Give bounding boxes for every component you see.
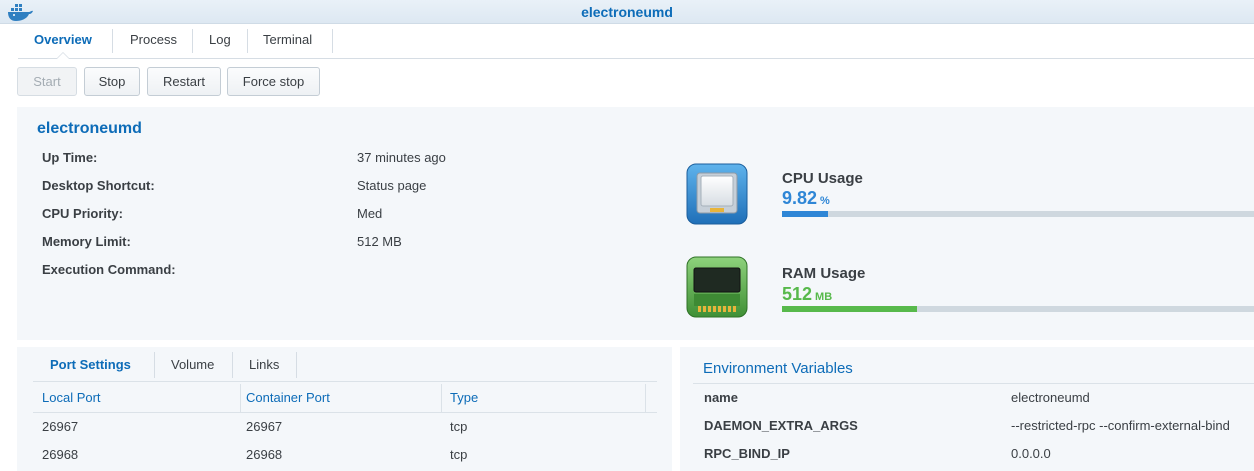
tab-separator <box>332 29 333 53</box>
title-bar: electroneumd <box>0 0 1254 24</box>
type-cell: tcp <box>450 419 468 434</box>
cpu-usage-bar <box>782 211 1254 217</box>
env-var-value: 0.0.0.0 <box>1011 446 1051 461</box>
desktop-shortcut-value: Status page <box>357 178 427 193</box>
ram-module-icon <box>686 256 748 318</box>
type-cell: tcp <box>450 447 468 462</box>
cpu-usage-number: 9.82 <box>782 188 818 208</box>
tab-terminal-label: Terminal <box>263 32 313 47</box>
tab-links[interactable]: Links <box>249 357 279 372</box>
tab-process-label: Process <box>130 32 177 47</box>
restart-button[interactable]: Restart <box>147 67 221 96</box>
table-header-divider <box>33 412 657 413</box>
tab-terminal[interactable]: Terminal <box>247 24 328 58</box>
tab-overview[interactable]: Overview <box>18 24 108 59</box>
env-title-divider <box>693 383 1254 384</box>
local-port-cell: 26967 <box>42 419 79 434</box>
cpu-usage-value: 9.82% <box>782 188 830 209</box>
tab-separator <box>112 29 113 53</box>
cpu-priority-label: CPU Priority: <box>42 206 123 221</box>
column-separator <box>240 384 241 412</box>
active-tab-caret <box>55 52 70 59</box>
tab-port-settings[interactable]: Port Settings <box>50 357 131 372</box>
ram-usage-value: 512 MB <box>782 284 832 305</box>
container-port-cell: 26968 <box>246 447 283 462</box>
tab-separator <box>232 352 233 378</box>
cpu-priority-value: Med <box>357 206 383 221</box>
env-var-name: RPC_BIND_IP <box>704 446 790 461</box>
tab-log[interactable]: Log <box>193 24 247 58</box>
uptime-value: 37 minutes ago <box>357 150 446 165</box>
tab-log-label: Log <box>209 32 231 47</box>
tab-process[interactable]: Process <box>114 24 193 58</box>
env-title: Environment Variables <box>703 360 853 377</box>
cpu-chip-icon <box>686 163 748 225</box>
column-separator <box>441 384 442 412</box>
cpu-usage-title: CPU Usage <box>782 170 863 187</box>
column-separator <box>645 384 646 412</box>
env-var-value: electroneumd <box>1011 390 1090 405</box>
column-header-local-port[interactable]: Local Port <box>42 390 101 405</box>
force-stop-button[interactable]: Force stop <box>227 67 320 96</box>
ram-usage-bar <box>782 306 1254 312</box>
env-var-name: name <box>704 390 738 405</box>
start-button[interactable]: Start <box>17 67 77 96</box>
ram-usage-bar-fill <box>782 306 917 312</box>
stop-button[interactable]: Stop <box>84 67 140 96</box>
memory-limit-value: 512 MB <box>357 234 402 249</box>
memory-limit-label: Memory Limit: <box>42 234 131 249</box>
cpu-usage-bar-fill <box>782 211 829 217</box>
ram-usage-number: 512 <box>782 284 813 304</box>
tab-volume[interactable]: Volume <box>171 357 214 372</box>
column-header-type[interactable]: Type <box>450 390 478 405</box>
window-title: electroneumd <box>581 4 673 20</box>
cpu-usage-unit: % <box>820 195 830 207</box>
ram-usage-title: RAM Usage <box>782 265 866 282</box>
tab-overview-label: Overview <box>34 32 92 47</box>
tab-separator <box>296 352 297 378</box>
container-name: electroneumd <box>37 120 142 137</box>
env-var-name: DAEMON_EXTRA_ARGS <box>704 418 858 433</box>
port-tab-underline <box>33 381 657 382</box>
desktop-shortcut-label: Desktop Shortcut: <box>42 178 155 193</box>
main-tab-bar: Overview Process Log Terminal <box>18 24 1254 59</box>
execution-command-label: Execution Command: <box>42 262 176 277</box>
tab-separator <box>154 352 155 378</box>
column-header-container-port[interactable]: Container Port <box>246 390 330 405</box>
ram-usage-unit: MB <box>815 291 833 303</box>
local-port-cell: 26968 <box>42 447 79 462</box>
container-port-cell: 26967 <box>246 419 283 434</box>
env-var-value: --restricted-rpc --confirm-external-bind <box>1011 418 1230 433</box>
uptime-label: Up Time: <box>42 150 98 165</box>
